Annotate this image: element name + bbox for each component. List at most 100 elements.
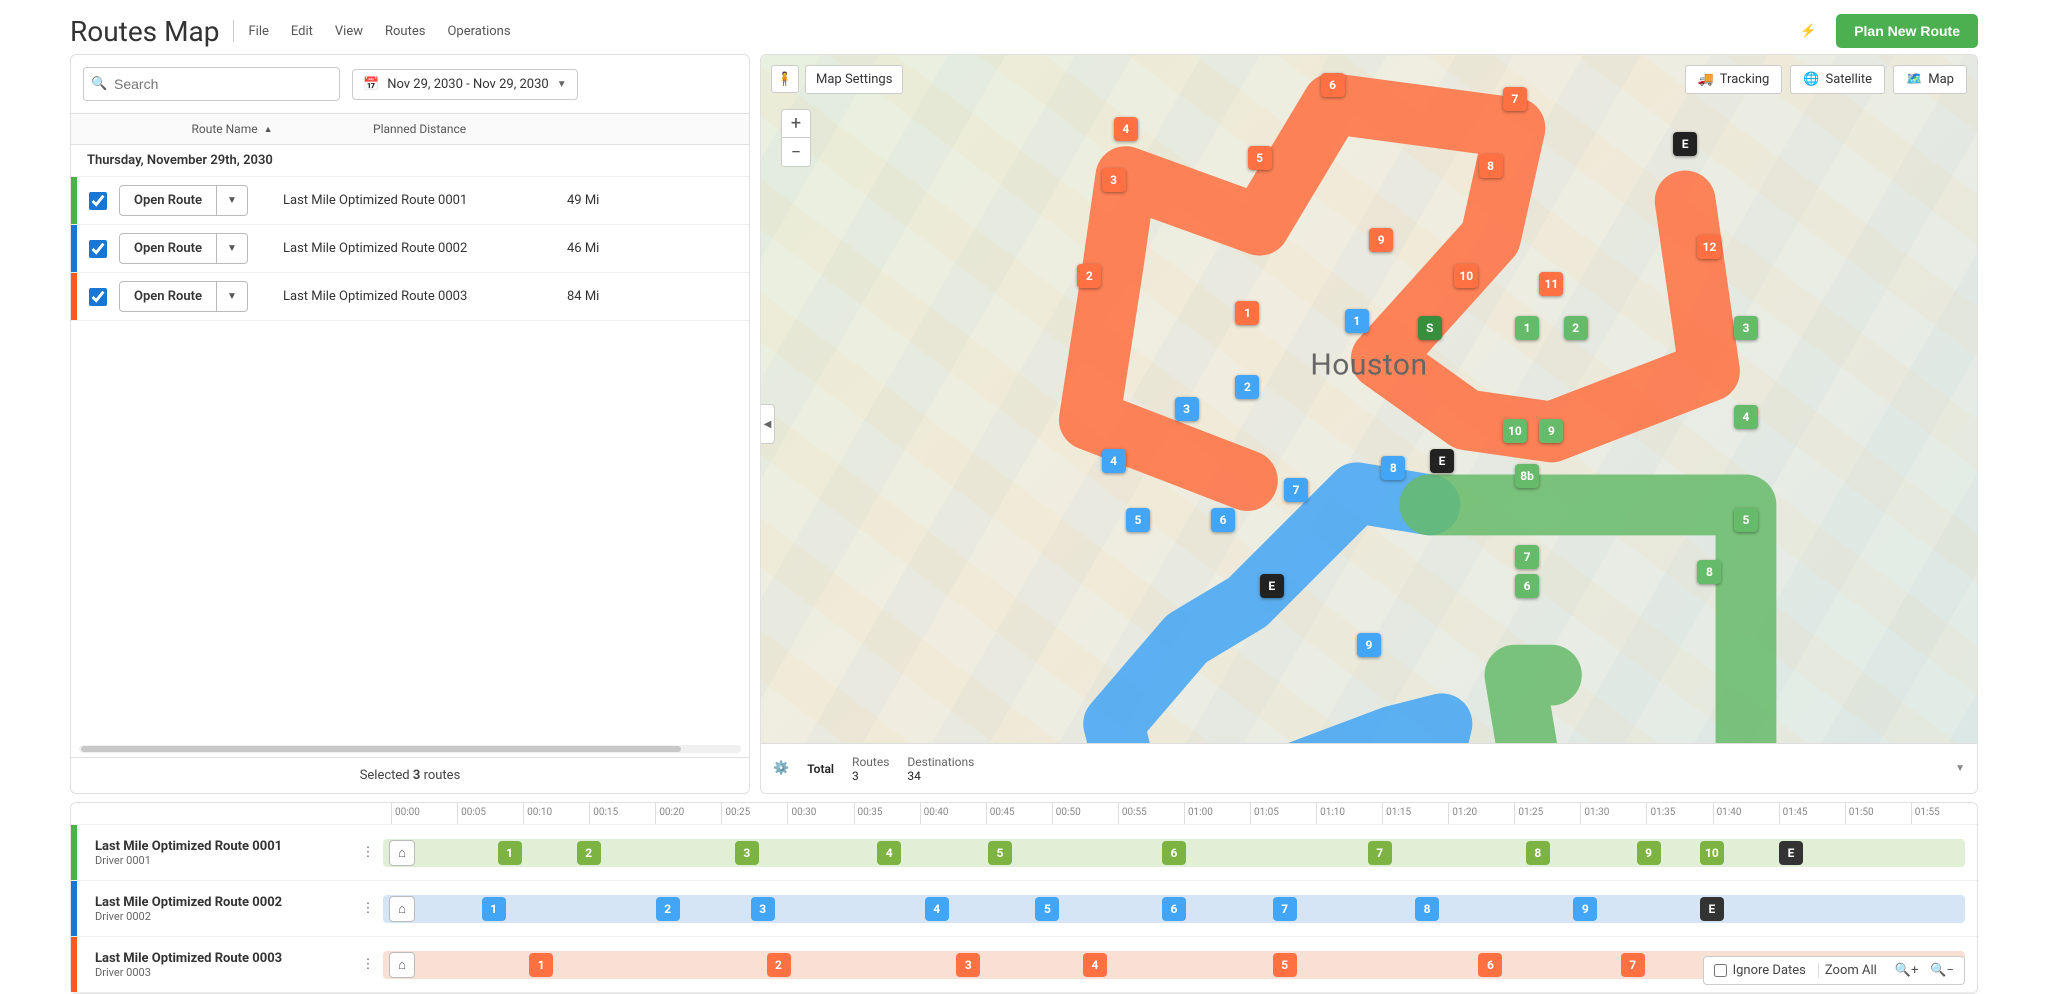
home-icon[interactable]: ⌂: [389, 952, 415, 978]
map-marker[interactable]: 8b: [1515, 464, 1539, 488]
tracking-button[interactable]: 🚚Tracking: [1685, 65, 1783, 94]
map-marker[interactable]: 7: [1284, 478, 1308, 502]
timeline-stop[interactable]: 3: [751, 897, 775, 921]
map-marker[interactable]: 7: [1503, 87, 1527, 111]
timeline-track[interactable]: ⌂123456789E: [383, 895, 1965, 923]
map-marker[interactable]: 12: [1697, 235, 1721, 259]
zoom-in-button[interactable]: +: [782, 110, 810, 138]
timeline-stop[interactable]: 4: [925, 897, 949, 921]
map-marker[interactable]: S: [1418, 316, 1442, 340]
timeline-stop[interactable]: 2: [767, 953, 791, 977]
timeline-stop[interactable]: 9: [1637, 841, 1661, 865]
timeline-stop[interactable]: 10: [1700, 841, 1724, 865]
timeline-stop[interactable]: 4: [877, 841, 901, 865]
map-marker[interactable]: E: [1673, 132, 1697, 156]
map-marker[interactable]: E: [1260, 574, 1284, 598]
map-marker[interactable]: E: [1430, 449, 1454, 473]
map-marker[interactable]: 6: [1211, 508, 1235, 532]
timeline-stop[interactable]: E: [1700, 897, 1724, 921]
satellite-button[interactable]: 🌐Satellite: [1790, 65, 1885, 94]
horizontal-scrollbar[interactable]: [79, 745, 741, 753]
timeline-stop[interactable]: 6: [1162, 841, 1186, 865]
route-checkbox[interactable]: [89, 288, 107, 306]
map-marker[interactable]: 5: [1734, 508, 1758, 532]
zoom-out-icon[interactable]: 🔍−: [1930, 963, 1954, 978]
timeline-stop[interactable]: 1: [529, 953, 553, 977]
map-marker[interactable]: 3: [1734, 316, 1758, 340]
map-marker[interactable]: 1: [1515, 316, 1539, 340]
map-marker[interactable]: 9: [1539, 419, 1563, 443]
search-input[interactable]: [83, 67, 340, 101]
timeline-stop[interactable]: 1: [498, 841, 522, 865]
map-marker[interactable]: 8: [1479, 154, 1503, 178]
sort-asc-icon[interactable]: ▲: [264, 124, 273, 135]
map-marker[interactable]: 11: [1539, 272, 1563, 296]
timeline-more-button[interactable]: ⋮: [353, 957, 383, 972]
map-marker[interactable]: 4: [1114, 117, 1138, 141]
timeline-stop[interactable]: 3: [956, 953, 980, 977]
menu-view[interactable]: View: [335, 24, 363, 39]
menu-operations[interactable]: Operations: [447, 24, 510, 39]
route-checkbox[interactable]: [89, 240, 107, 258]
timeline-stop[interactable]: 7: [1368, 841, 1392, 865]
timeline-track[interactable]: ⌂12345678910E: [383, 839, 1965, 867]
open-route-dropdown[interactable]: ▼: [216, 186, 247, 215]
timeline-stop[interactable]: 1: [482, 897, 506, 921]
map-marker[interactable]: 4: [1102, 449, 1126, 473]
open-route-button[interactable]: Open Route: [120, 186, 216, 215]
map-marker[interactable]: 7: [1515, 545, 1539, 569]
map-marker[interactable]: 2: [1564, 316, 1588, 340]
timeline-stop[interactable]: E: [1779, 841, 1803, 865]
plan-new-route-button[interactable]: Plan New Route: [1836, 14, 1978, 48]
map-marker[interactable]: 10: [1454, 264, 1478, 288]
timeline-stop[interactable]: 6: [1478, 953, 1502, 977]
bolt-icon[interactable]: ⚡: [1794, 17, 1822, 45]
zoom-all-button[interactable]: Zoom All: [1818, 963, 1883, 978]
map-marker[interactable]: 5: [1126, 508, 1150, 532]
timeline-stop[interactable]: 3: [735, 841, 759, 865]
timeline-stop[interactable]: 5: [1035, 897, 1059, 921]
open-route-dropdown[interactable]: ▼: [216, 234, 247, 263]
zoom-out-button[interactable]: −: [782, 138, 810, 166]
timeline-stop[interactable]: 2: [656, 897, 680, 921]
timeline-stop[interactable]: 5: [988, 841, 1012, 865]
timeline-stop[interactable]: 4: [1083, 953, 1107, 977]
map-marker[interactable]: 1: [1345, 309, 1369, 333]
pegman-icon[interactable]: 🧍: [771, 65, 799, 93]
map-marker[interactable]: 6: [1321, 73, 1345, 97]
open-route-button[interactable]: Open Route: [120, 234, 216, 263]
open-route-dropdown[interactable]: ▼: [216, 282, 247, 311]
map-marker[interactable]: 10: [1503, 419, 1527, 443]
map-marker[interactable]: 9: [1357, 633, 1381, 657]
menu-routes[interactable]: Routes: [385, 24, 425, 39]
date-range-picker[interactable]: 📅 Nov 29, 2030 - Nov 29, 2030 ▼: [352, 69, 578, 100]
map-marker[interactable]: 3: [1102, 168, 1126, 192]
map-marker[interactable]: 9: [1369, 228, 1393, 252]
menu-edit[interactable]: Edit: [291, 24, 313, 39]
zoom-in-icon[interactable]: 🔍+: [1895, 963, 1919, 978]
timeline-stop[interactable]: 2: [577, 841, 601, 865]
map-type-button[interactable]: 🗺️Map: [1893, 65, 1967, 94]
map-view[interactable]: Houston 12345678910111212345678912345678…: [760, 54, 1978, 794]
chevron-down-icon[interactable]: ▼: [1955, 763, 1965, 774]
home-icon[interactable]: ⌂: [389, 840, 415, 866]
home-icon[interactable]: ⌂: [389, 896, 415, 922]
menu-file[interactable]: File: [248, 24, 268, 39]
map-marker[interactable]: 1: [1235, 301, 1259, 325]
route-checkbox[interactable]: [89, 192, 107, 210]
gear-icon[interactable]: ⚙️: [773, 761, 789, 776]
map-marker[interactable]: 8: [1381, 456, 1405, 480]
open-route-button[interactable]: Open Route: [120, 282, 216, 311]
timeline-stop[interactable]: 5: [1273, 953, 1297, 977]
col-route-name[interactable]: Route Name: [191, 122, 257, 136]
map-settings-button[interactable]: Map Settings: [805, 65, 903, 94]
timeline-stop[interactable]: 9: [1573, 897, 1597, 921]
map-marker[interactable]: 3: [1175, 397, 1199, 421]
timeline-more-button[interactable]: ⋮: [353, 845, 383, 860]
ignore-dates-checkbox[interactable]: Ignore Dates: [1714, 963, 1806, 978]
timeline-more-button[interactable]: ⋮: [353, 901, 383, 916]
map-marker[interactable]: 6: [1515, 574, 1539, 598]
map-marker[interactable]: 4: [1734, 405, 1758, 429]
timeline-stop[interactable]: 8: [1415, 897, 1439, 921]
collapse-panel-button[interactable]: ◀: [761, 404, 775, 444]
